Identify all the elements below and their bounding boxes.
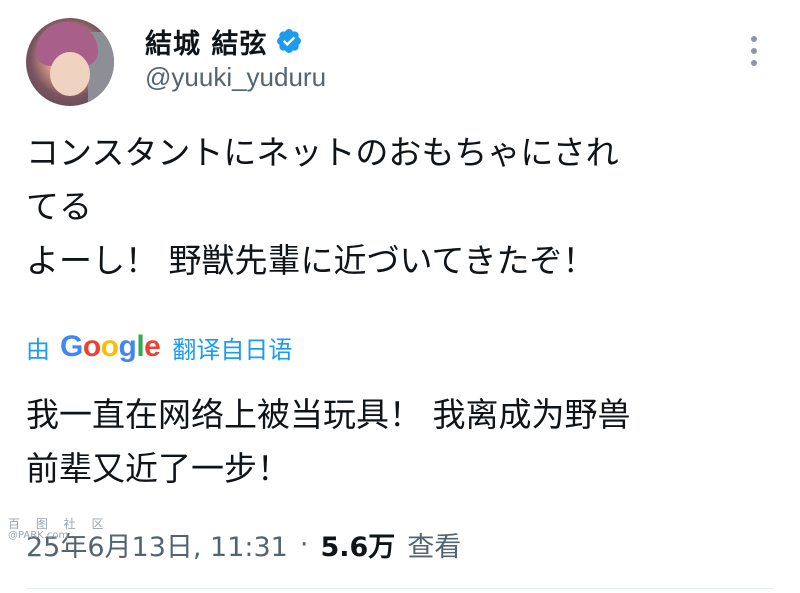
translated-text-line: 我一直在网络上被当玩具！ 我离成为野兽: [26, 395, 631, 434]
user-handle[interactable]: @yuuki_yuduru: [145, 62, 326, 93]
watermark-line: @PARK.com: [8, 530, 69, 541]
tweet-text-line: コンスタントにネットのおもちゃにされ: [26, 133, 619, 172]
views-label[interactable]: 查看: [407, 525, 461, 564]
watermark-line: 百 图 社 区: [8, 517, 110, 531]
verified-badge-icon: [275, 27, 303, 55]
translate-attribution-link[interactable]: 由 Google 翻译自日语: [26, 327, 292, 367]
avatar[interactable]: [26, 18, 114, 106]
translated-text-line: 前辈又近了一步！: [26, 449, 290, 488]
tweet-card: 結城 結弦 @yuuki_yuduru コンスタントにネットのおもちゃにされ て…: [0, 0, 800, 593]
watermark: 百 图 社 区 @PARK.com: [8, 518, 109, 542]
display-name[interactable]: 結城 結弦: [145, 22, 267, 61]
translate-by-label: 由: [26, 335, 50, 364]
meta-separator: ·: [299, 528, 309, 560]
translate-from-label: 翻译自日语: [172, 335, 293, 364]
avatar-face: [50, 52, 90, 96]
tweet-text-line: てる: [26, 187, 92, 226]
more-vertical-icon[interactable]: [744, 36, 764, 72]
tweet-translated-text: 我一直在网络上被当玩具！ 我离成为野兽 前辈又近了一步！: [26, 388, 766, 496]
divider: [26, 588, 774, 589]
tweet-original-text: コンスタントにネットのおもちゃにされ てる よーし！ 野獣先輩に近づいてきたぞ！: [26, 126, 766, 288]
tweet-text-line: よーし！ 野獣先輩に近づいてきたぞ！: [26, 241, 596, 280]
name-row: 結城 結弦: [145, 22, 303, 60]
views-count[interactable]: 5.6万: [320, 525, 395, 564]
google-logo: Google: [60, 330, 161, 363]
